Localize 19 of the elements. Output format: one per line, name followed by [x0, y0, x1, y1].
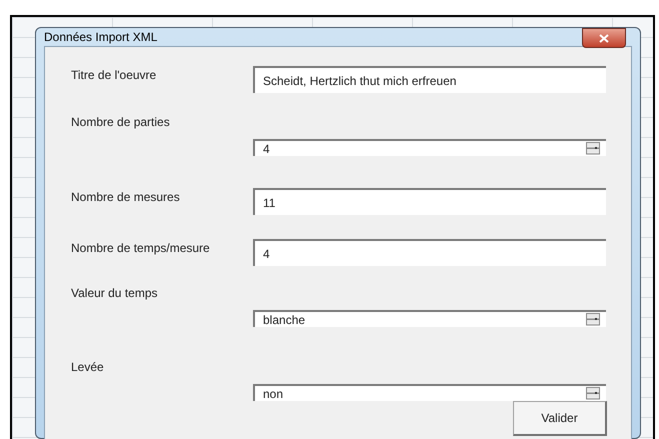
- window-title: Données Import XML: [44, 29, 158, 46]
- field-label: Levée: [71, 359, 105, 374]
- spin-field[interactable]: blanche: [253, 310, 606, 327]
- close-button[interactable]: [582, 28, 626, 48]
- close-icon: [599, 34, 609, 42]
- validate-button[interactable]: Valider: [513, 401, 607, 436]
- text-field[interactable]: 4: [253, 239, 606, 266]
- text-field[interactable]: Scheidt, Hertzlich thut mich erfreuen: [253, 66, 606, 93]
- field-label: Nombre de parties: [71, 114, 171, 129]
- spinner-icon[interactable]: [586, 387, 600, 400]
- spinner-icon[interactable]: [586, 142, 600, 155]
- field-label: Nombre de temps/mesure: [71, 240, 211, 255]
- spin-field[interactable]: 4: [253, 139, 606, 156]
- field-label: Nombre de mesures: [71, 189, 181, 204]
- field-label: Valeur du temps: [71, 285, 158, 300]
- spin-field[interactable]: non: [253, 384, 606, 401]
- text-field[interactable]: 11: [253, 188, 606, 215]
- field-label: Titre de l'oeuvre: [71, 67, 158, 82]
- spinner-icon[interactable]: [586, 313, 600, 326]
